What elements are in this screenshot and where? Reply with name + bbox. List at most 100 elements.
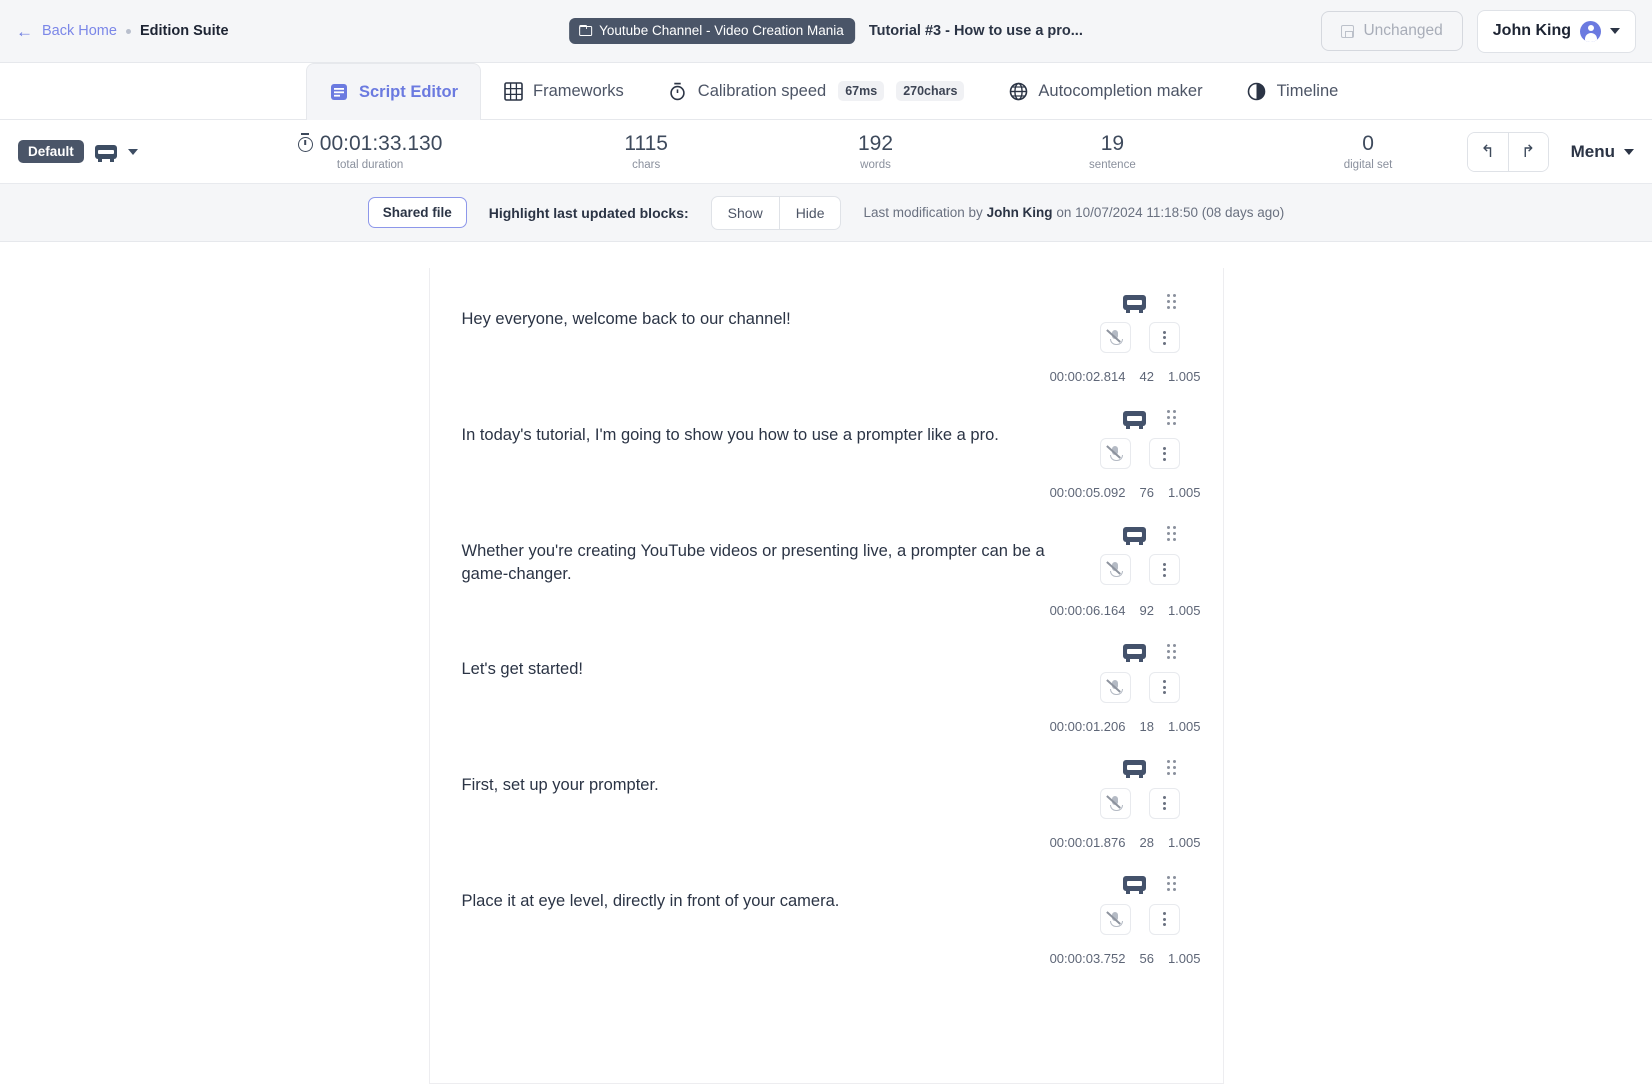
block-chars: 56 [1139, 950, 1154, 966]
menu-button[interactable]: Menu [1571, 142, 1634, 162]
block-duration: 00:00:01.206 [1049, 718, 1126, 734]
script-block-text[interactable]: First, set up your prompter. [462, 760, 1062, 819]
editor-area: Hey everyone, welcome back to our channe… [0, 242, 1652, 1084]
block-options-button[interactable] [1148, 787, 1180, 819]
grid-icon [503, 81, 523, 101]
breadcrumb-separator [125, 28, 131, 34]
drag-handle-icon[interactable] [1164, 294, 1180, 310]
block-speed: 1.005 [1167, 369, 1201, 384]
stopwatch-icon [297, 136, 313, 152]
tab-label: Script Editor [359, 82, 459, 101]
keyboard-icon[interactable] [1122, 410, 1146, 429]
drag-handle-icon[interactable] [1164, 875, 1180, 892]
preset-chevron-down-icon[interactable] [127, 148, 138, 155]
document-context: Youtube Channel - Video Creation Mania T… [569, 18, 1083, 44]
last-modification-user: John King [986, 205, 1053, 220]
tab-autocompletion-maker[interactable]: Autocompletion maker [986, 63, 1224, 119]
stat-value: 192 [858, 132, 894, 156]
app-name: Edition Suite [139, 23, 229, 39]
block-options-button[interactable] [1148, 322, 1180, 353]
preset-badge[interactable]: Default [18, 140, 84, 163]
script-block-text[interactable]: Hey everyone, welcome back to our channe… [462, 294, 1062, 353]
keyboard-icon[interactable] [1122, 876, 1146, 895]
tab-timeline[interactable]: Timeline [1225, 63, 1361, 119]
mic-off-button[interactable] [1099, 903, 1131, 935]
user-menu-button[interactable]: John King [1476, 9, 1636, 53]
tab-script-editor[interactable]: Script Editor [306, 63, 482, 120]
script-block-text[interactable]: Let's get started! [462, 644, 1062, 703]
stat-value: 0 [1362, 132, 1374, 156]
save-status-label: Unchanged [1363, 22, 1443, 39]
script-block-tools [1062, 643, 1180, 703]
script-block-1[interactable]: In today's tutorial, I'm going to show y… [430, 384, 1223, 469]
last-modification-prefix: Last modification by [863, 205, 983, 220]
keyboard-icon[interactable] [1122, 644, 1146, 663]
stats-bar: Default 00:01:33.130 total duration 1115… [0, 120, 1652, 184]
stat-sentence: 19 sentence [1089, 132, 1136, 170]
drag-handle-icon[interactable] [1164, 526, 1180, 542]
calibration-ms-badge: 67ms [838, 81, 885, 101]
stat-label: digital set [1343, 158, 1393, 171]
project-chip-label: Youtube Channel - Video Creation Mania [599, 23, 844, 38]
script-block-0[interactable]: Hey everyone, welcome back to our channe… [430, 268, 1223, 353]
script-block-text[interactable]: Place it at eye level, directly in front… [462, 876, 1062, 935]
drag-handle-icon[interactable] [1164, 643, 1180, 660]
shared-file-button[interactable]: Shared file [367, 197, 467, 228]
mic-off-icon [1105, 445, 1123, 461]
stat-chars: 1115 chars [624, 132, 668, 170]
script-block-tools [1062, 294, 1180, 353]
block-options-button[interactable] [1148, 903, 1180, 935]
block-chars: 92 [1139, 602, 1154, 618]
back-home-link[interactable]: Back Home [42, 23, 117, 39]
stat-value: 1115 [624, 132, 668, 156]
block-options-button[interactable] [1148, 438, 1180, 469]
highlight-hide-option[interactable]: Hide [778, 196, 841, 229]
tab-frameworks[interactable]: Frameworks [481, 63, 646, 119]
tab-calibration-speed[interactable]: Calibration speed 67ms 270chars [646, 63, 987, 119]
chevron-down-icon [1610, 28, 1620, 34]
duration-value: 00:01:33.130 [319, 132, 443, 156]
script-block-meta: 00:00:06.164 92 1.005 [430, 587, 1223, 618]
kebab-menu-icon [1162, 912, 1166, 927]
timeline-icon [1247, 81, 1267, 101]
project-chip[interactable]: Youtube Channel - Video Creation Mania [569, 18, 855, 44]
drag-handle-icon[interactable] [1164, 759, 1180, 776]
mic-off-button[interactable] [1099, 322, 1131, 353]
script-block-4[interactable]: First, set up your prompter. [430, 734, 1223, 819]
keyboard-icon[interactable] [1122, 526, 1146, 545]
drag-handle-icon[interactable] [1164, 410, 1180, 426]
save-status-button[interactable]: Unchanged [1321, 11, 1463, 51]
last-modification-text: Last modification by John King on 10/07/… [863, 205, 1284, 220]
stat-words: 192 words [858, 132, 893, 170]
script-block-meta: 00:00:01.206 18 1.005 [430, 703, 1223, 734]
script-block-3[interactable]: Let's get started! [430, 618, 1223, 703]
script-block-5[interactable]: Place it at eye level, directly in front… [430, 850, 1223, 935]
back-arrow-icon[interactable]: ← [16, 23, 33, 40]
block-options-button[interactable] [1148, 671, 1180, 703]
keyboard-icon[interactable] [1122, 294, 1146, 313]
block-duration: 00:00:05.092 [1049, 485, 1126, 500]
mic-off-button[interactable] [1099, 554, 1131, 585]
block-speed: 1.005 [1167, 950, 1201, 966]
folder-icon [579, 25, 593, 36]
script-block-tools [1062, 875, 1180, 935]
highlight-toggle-group: Show Hide [710, 195, 842, 230]
script-block-2[interactable]: Whether you're creating YouTube videos o… [430, 500, 1223, 587]
keyboard-icon[interactable] [94, 144, 117, 162]
avatar [1580, 20, 1601, 42]
mic-off-button[interactable] [1099, 671, 1131, 703]
script-block-meta: 00:00:02.814 42 1.005 [430, 353, 1223, 384]
mic-off-icon [1105, 329, 1123, 345]
block-options-button[interactable] [1148, 554, 1180, 585]
script-block-text[interactable]: In today's tutorial, I'm going to show y… [462, 410, 1062, 469]
highlight-show-option[interactable]: Show [712, 197, 779, 229]
undo-button[interactable]: ↰ [1467, 132, 1508, 171]
script-block-text[interactable]: Whether you're creating YouTube videos o… [462, 526, 1062, 587]
redo-button[interactable]: ↱ [1507, 132, 1548, 171]
mic-off-button[interactable] [1099, 787, 1131, 819]
kebab-menu-icon [1162, 330, 1166, 345]
script-block-tools [1062, 410, 1180, 469]
keyboard-icon[interactable] [1122, 760, 1146, 779]
stat-label: sentence [1089, 158, 1136, 171]
mic-off-button[interactable] [1099, 438, 1131, 469]
